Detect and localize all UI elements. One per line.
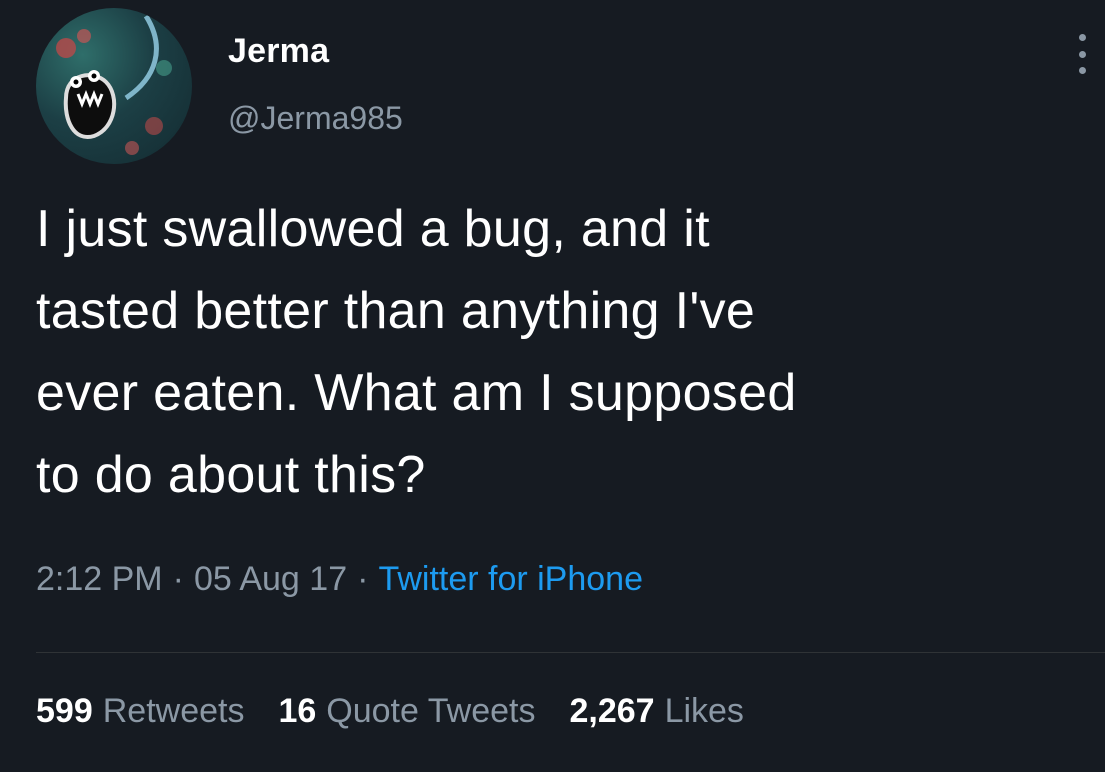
quote-tweets-count: 16: [278, 692, 317, 730]
likes-label: Likes: [664, 692, 744, 730]
avatar[interactable]: [36, 8, 192, 164]
tweet-card: Jerma @Jerma985 I just swallowed a bug, …: [0, 0, 1105, 772]
tweet-text-line: ever eaten. What am I supposed: [36, 364, 797, 422]
tweet-text-line: to do about this?: [36, 446, 426, 504]
tweet-text-line: tasted better than anything I've: [36, 282, 756, 340]
quote-tweets-stat[interactable]: 16 Quote Tweets: [278, 692, 535, 730]
creature-avatar-icon: [56, 14, 172, 155]
more-dot: [1078, 50, 1086, 58]
tweet-stats: 599 Retweets 16 Quote Tweets 2,267 Likes: [36, 692, 778, 731]
retweets-stat[interactable]: 599 Retweets: [36, 692, 244, 730]
divider: [36, 652, 1105, 653]
likes-stat[interactable]: 2,267 Likes: [569, 692, 743, 730]
user-handle[interactable]: @Jerma985: [228, 100, 403, 137]
tweet-text: I just swallowed a bug, and it tasted be…: [36, 188, 1076, 516]
more-dot: [1078, 34, 1086, 41]
tweet-meta: 2:12 PM · 05 Aug 17 · Twitter for iPhone: [36, 560, 643, 599]
display-name[interactable]: Jerma: [228, 32, 329, 71]
meta-separator: ·: [172, 560, 184, 598]
retweets-count: 599: [36, 692, 93, 730]
likes-count: 2,267: [569, 692, 655, 730]
retweets-label: Retweets: [102, 692, 245, 730]
tweet-time[interactable]: 2:12 PM: [36, 560, 163, 598]
meta-separator: ·: [357, 560, 369, 598]
more-dot: [1078, 67, 1086, 74]
tweet-source-link[interactable]: Twitter for iPhone: [378, 560, 643, 598]
tweet-date[interactable]: 05 Aug 17: [194, 560, 347, 598]
tweet-text-line: I just swallowed a bug, and it: [36, 200, 710, 258]
quote-tweets-label: Quote Tweets: [326, 692, 536, 730]
more-options-icon[interactable]: [1069, 28, 1095, 80]
